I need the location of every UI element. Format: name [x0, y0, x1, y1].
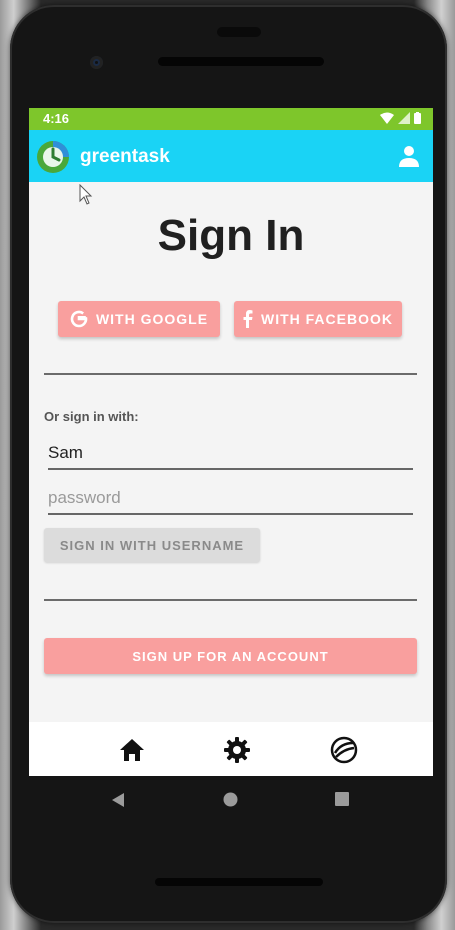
- divider: [44, 599, 417, 601]
- signal-icon: [398, 112, 410, 124]
- status-bar: 4:16: [29, 108, 433, 130]
- divider: [44, 373, 417, 375]
- system-nav-bar: [29, 776, 433, 824]
- person-icon[interactable]: [397, 144, 421, 168]
- sign-in-username-button[interactable]: SIGN IN WITH USERNAME: [44, 528, 260, 562]
- mouse-cursor-icon: [79, 184, 93, 205]
- battery-icon: [414, 112, 421, 124]
- google-icon: [70, 310, 88, 328]
- status-icons: [380, 112, 421, 124]
- sign-up-button[interactable]: SIGN UP FOR AN ACCOUNT: [44, 638, 417, 674]
- app-title: greentask: [80, 146, 170, 167]
- phone-top-slit: [217, 27, 261, 37]
- recent-apps-icon[interactable]: [335, 792, 349, 806]
- facebook-icon: [243, 310, 253, 328]
- phone-bottom-speaker: [155, 878, 323, 886]
- username-field[interactable]: Sam: [48, 438, 413, 470]
- app-screen: 4:16 greentask Sign In WITH GOOGLE WITH …: [29, 108, 433, 776]
- google-button-label: WITH GOOGLE: [95, 311, 209, 327]
- google-sign-in-button[interactable]: WITH GOOGLE: [58, 301, 220, 337]
- settings-icon[interactable]: [222, 735, 252, 765]
- front-camera: [90, 56, 103, 69]
- or-sign-in-label: Or sign in with:: [44, 409, 139, 424]
- sync-icon[interactable]: [329, 735, 359, 765]
- wifi-icon: [380, 112, 394, 124]
- home-circle-icon[interactable]: [223, 792, 238, 807]
- bottom-nav: [29, 722, 433, 776]
- home-icon[interactable]: [117, 735, 147, 765]
- phone-speaker: [158, 57, 324, 66]
- password-field[interactable]: password: [48, 483, 413, 515]
- app-bar: greentask: [29, 130, 433, 182]
- back-icon[interactable]: [111, 792, 125, 808]
- page-title: Sign In: [157, 211, 305, 260]
- status-time: 4:16: [43, 111, 70, 126]
- clock-logo-icon: [37, 141, 69, 173]
- facebook-sign-in-button[interactable]: WITH FACEBOOK: [234, 301, 402, 337]
- facebook-button-label: WITH FACEBOOK: [261, 311, 393, 327]
